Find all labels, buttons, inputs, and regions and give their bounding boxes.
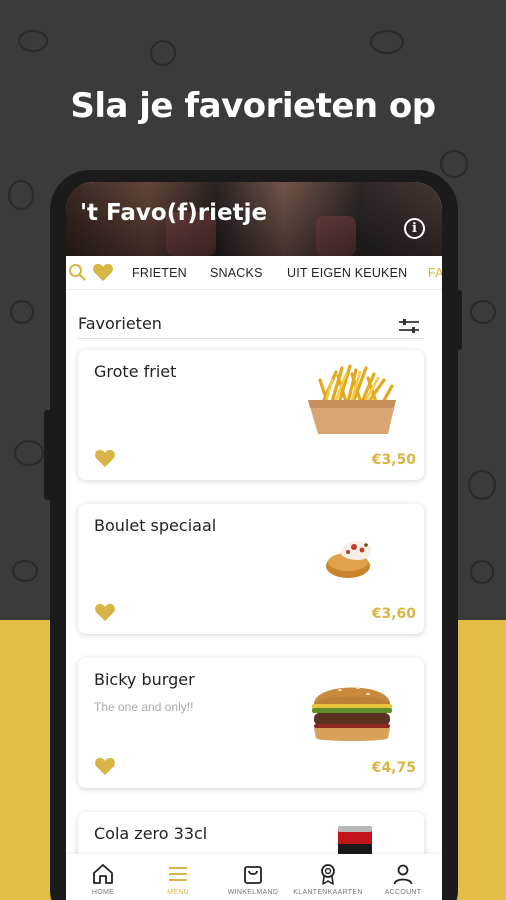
doodle-decoration (150, 40, 176, 66)
favorite-heart-icon[interactable] (94, 448, 116, 468)
tab-favorieten[interactable]: FA (428, 266, 442, 280)
nav-label: MENU (167, 889, 189, 896)
doodle-decoration (468, 470, 496, 500)
tab-uit-eigen-keuken[interactable]: UIT EIGEN KEUKEN (287, 266, 407, 280)
home-icon (93, 864, 113, 884)
nav-label: HOME (91, 889, 115, 896)
doodle-decoration (10, 300, 34, 324)
category-tabbar: FRIETEN SNACKS UIT EIGEN KEUKEN FA (66, 256, 442, 290)
favorite-heart-icon[interactable] (94, 756, 116, 776)
nav-klantenkaarten[interactable]: KLANTENKAARTEN (291, 862, 365, 896)
menu-icon (169, 867, 187, 881)
doodle-decoration (12, 560, 38, 582)
doodle-decoration (440, 150, 468, 178)
nav-label: ACCOUNT (384, 889, 422, 896)
info-icon[interactable]: i (404, 218, 425, 239)
product-description: The one and only!! (94, 700, 194, 714)
basket-icon (244, 866, 262, 884)
product-price: €3,60 (371, 606, 416, 622)
favorite-heart-icon[interactable] (94, 602, 116, 622)
doodle-decoration (370, 30, 404, 54)
doodle-decoration (470, 300, 496, 324)
doodle-decoration (18, 30, 48, 52)
phone-side-button (456, 290, 462, 350)
nav-label: KLANTENKAARTEN (293, 889, 363, 896)
restaurant-name: 't Favo(f)rietje (80, 200, 268, 226)
sliders-icon[interactable] (398, 316, 420, 336)
product-card[interactable]: Bicky burger The one and only!! €4,75 (78, 658, 424, 788)
doodle-decoration (14, 440, 44, 466)
product-price: €4,75 (371, 760, 416, 776)
boulet-image (326, 541, 372, 578)
app-screen: 't Favo(f)rietje i FRIETEN SNACKS UIT EI… (66, 182, 442, 900)
section-title: Favorieten (78, 314, 162, 333)
product-card[interactable]: Grote friet €3,50 (78, 350, 424, 480)
product-name: Bicky burger (94, 670, 195, 689)
nav-home[interactable]: HOME (66, 862, 140, 896)
tab-snacks[interactable]: SNACKS (210, 266, 263, 280)
nav-winkelmand[interactable]: WINKELMAND (216, 862, 290, 896)
restaurant-banner: 't Favo(f)rietje i (66, 182, 442, 256)
product-name: Boulet speciaal (94, 516, 217, 535)
product-price: €3,50 (371, 452, 416, 468)
user-icon (393, 864, 413, 885)
fries-image (308, 364, 396, 434)
product-name: Cola zero 33cl (94, 824, 208, 843)
nav-menu[interactable]: MENU (141, 862, 215, 896)
phone-side-button (44, 410, 52, 500)
badge-icon (321, 864, 335, 885)
search-icon[interactable] (68, 263, 86, 281)
product-card[interactable]: Boulet speciaal €3,60 (78, 504, 424, 634)
nav-account[interactable]: ACCOUNT (366, 862, 440, 896)
section-divider (78, 338, 424, 339)
burger-image (312, 687, 392, 741)
doodle-decoration (8, 180, 34, 210)
heart-icon[interactable] (92, 262, 114, 282)
tab-frieten[interactable]: FRIETEN (132, 266, 187, 280)
doodle-decoration (470, 560, 494, 584)
product-name: Grote friet (94, 362, 177, 381)
nav-label: WINKELMAND (227, 889, 279, 896)
bottom-navigation: HOME MENU WINKELMAND KLANTENKAARTEN ACCO… (66, 854, 442, 900)
promo-headline: Sla je favorieten op (70, 86, 436, 126)
